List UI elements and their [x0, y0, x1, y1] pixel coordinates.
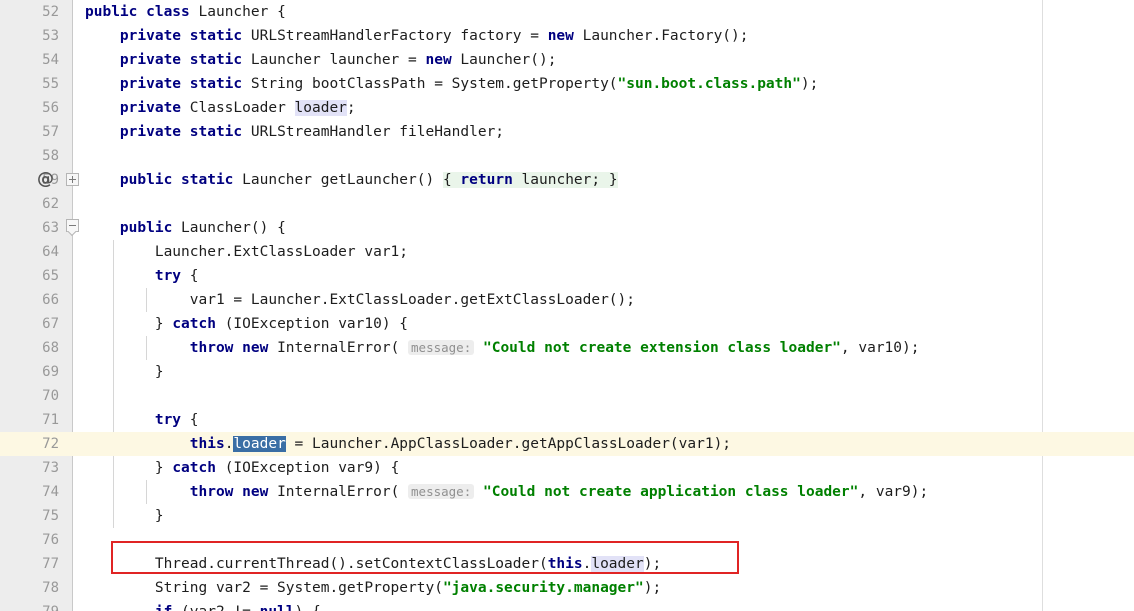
- line-content[interactable]: } catch (IOException var9) {: [85, 456, 399, 480]
- line-content[interactable]: var1 = Launcher.ExtClassLoader.getExtCla…: [85, 288, 635, 312]
- line-content[interactable]: throw new InternalError( message: "Could…: [85, 480, 928, 504]
- code-line[interactable]: 59 public static Launcher getLauncher() …: [0, 168, 1134, 192]
- line-number: 68: [42, 340, 59, 356]
- line-content[interactable]: private ClassLoader loader;: [85, 96, 356, 120]
- code-line[interactable]: 54 private static Launcher launcher = ne…: [0, 48, 1134, 72]
- line-number: 55: [42, 76, 59, 92]
- inlay-hint-message: message:: [408, 484, 475, 499]
- code-line[interactable]: 64 Launcher.ExtClassLoader var1;: [0, 240, 1134, 264]
- line-content[interactable]: }: [85, 360, 164, 384]
- line-content[interactable]: }: [85, 504, 164, 528]
- line-number: 77: [42, 556, 59, 572]
- line-content[interactable]: private static String bootClassPath = Sy…: [85, 72, 818, 96]
- line-number: 52: [42, 4, 59, 20]
- annotation-marker-icon[interactable]: @: [36, 170, 55, 189]
- fold-plus-icon[interactable]: [66, 173, 79, 186]
- line-number: 71: [42, 412, 59, 428]
- code-line[interactable]: 58: [0, 144, 1134, 168]
- code-line[interactable]: 75 }: [0, 504, 1134, 528]
- caret-line[interactable]: 72 this.loader = Launcher.AppClassLoader…: [0, 432, 1134, 456]
- line-number: 64: [42, 244, 59, 260]
- code-line[interactable]: 78 String var2 = System.getProperty("jav…: [0, 576, 1134, 600]
- line-content[interactable]: if (var2 != null) {: [85, 600, 321, 611]
- line-number: 78: [42, 580, 59, 596]
- line-number: 65: [42, 268, 59, 284]
- line-number: 58: [42, 148, 59, 164]
- line-content[interactable]: public static Launcher getLauncher() { r…: [85, 168, 618, 192]
- code-line[interactable]: 65 try {: [0, 264, 1134, 288]
- code-line[interactable]: 53 private static URLStreamHandlerFactor…: [0, 24, 1134, 48]
- code-line[interactable]: 62: [0, 192, 1134, 216]
- line-content[interactable]: throw new InternalError( message: "Could…: [85, 336, 919, 360]
- line-content[interactable]: this.loader = Launcher.AppClassLoader.ge…: [85, 432, 731, 456]
- line-content[interactable]: try {: [85, 264, 199, 288]
- line-content[interactable]: public Launcher() {: [85, 216, 286, 240]
- code-line[interactable]: 66 var1 = Launcher.ExtClassLoader.getExt…: [0, 288, 1134, 312]
- line-number: 59: [42, 172, 59, 188]
- identifier-occurrence-highlight: loader: [294, 100, 347, 116]
- line-number: 62: [42, 196, 59, 212]
- line-number: 56: [42, 100, 59, 116]
- line-number: 54: [42, 52, 59, 68]
- line-number: 69: [42, 364, 59, 380]
- code-line[interactable]: 73 } catch (IOException var9) {: [0, 456, 1134, 480]
- line-number: 57: [42, 124, 59, 140]
- code-line[interactable]: 74 throw new InternalError( message: "Co…: [0, 480, 1134, 504]
- code-editor[interactable]: 52 public class Launcher { 53 private st…: [0, 0, 1134, 611]
- code-line[interactable]: 63 public Launcher() {: [0, 216, 1134, 240]
- line-content[interactable]: try {: [85, 408, 199, 432]
- line-number: 63: [42, 220, 59, 236]
- inlay-hint-message: message:: [408, 340, 475, 355]
- code-line[interactable]: 55 private static String bootClassPath =…: [0, 72, 1134, 96]
- line-content[interactable]: public class Launcher {: [85, 0, 286, 24]
- code-line[interactable]: 69 }: [0, 360, 1134, 384]
- line-content[interactable]: String var2 = System.getProperty("java.s…: [85, 576, 661, 600]
- code-line[interactable]: 79 if (var2 != null) {: [0, 600, 1134, 611]
- line-number: 76: [42, 532, 59, 548]
- line-number: 75: [42, 508, 59, 524]
- red-highlight-box: [111, 541, 739, 574]
- code-line[interactable]: 70: [0, 384, 1134, 408]
- line-number: 66: [42, 292, 59, 308]
- code-line[interactable]: 68 throw new InternalError( message: "Co…: [0, 336, 1134, 360]
- fold-region-end-arrow-icon[interactable]: [66, 231, 79, 239]
- line-content[interactable]: Launcher.ExtClassLoader var1;: [85, 240, 408, 264]
- line-number: 79: [0, 600, 66, 611]
- line-number: 72: [0, 432, 66, 456]
- line-number: 53: [42, 28, 59, 44]
- code-line[interactable]: 67 } catch (IOException var10) {: [0, 312, 1134, 336]
- line-content[interactable]: } catch (IOException var10) {: [85, 312, 408, 336]
- code-line[interactable]: 71 try {: [0, 408, 1134, 432]
- line-content[interactable]: private static URLStreamHandlerFactory f…: [85, 24, 749, 48]
- line-number: 73: [42, 460, 59, 476]
- line-number: 74: [42, 484, 59, 500]
- code-line[interactable]: 56 private ClassLoader loader;: [0, 96, 1134, 120]
- code-line[interactable]: 57 private static URLStreamHandler fileH…: [0, 120, 1134, 144]
- line-content[interactable]: private static URLStreamHandler fileHand…: [85, 120, 504, 144]
- line-number: 67: [42, 316, 59, 332]
- line-number: 70: [42, 388, 59, 404]
- folded-code-region[interactable]: { return launcher; }: [442, 172, 618, 188]
- line-content[interactable]: private static Launcher launcher = new L…: [85, 48, 557, 72]
- selected-text[interactable]: loader: [233, 436, 286, 452]
- code-line[interactable]: 52 public class Launcher {: [0, 0, 1134, 24]
